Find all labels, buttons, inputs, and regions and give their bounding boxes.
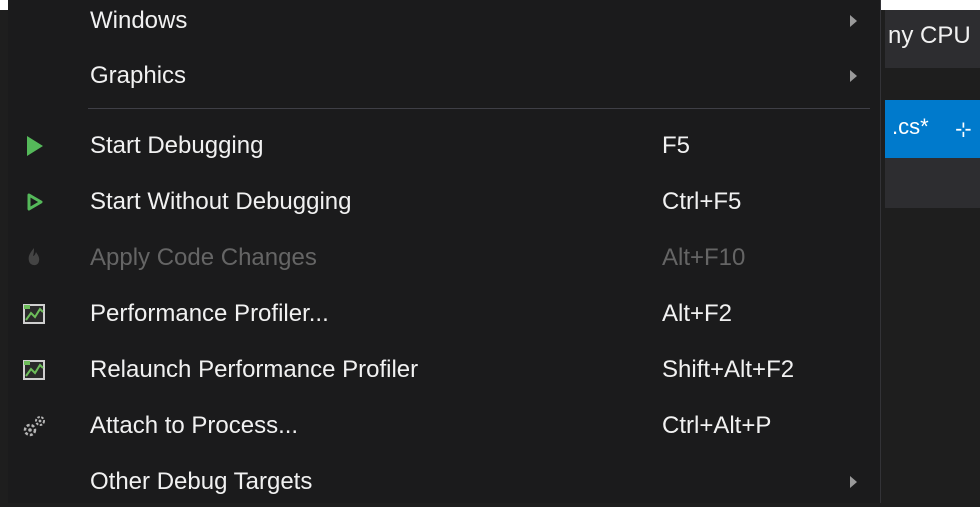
submenu-arrow-icon bbox=[850, 15, 857, 27]
menu-item-shortcut: Shift+Alt+F2 bbox=[662, 356, 795, 383]
menu-item-performance-profiler[interactable]: Performance Profiler... Alt+F2 bbox=[8, 289, 880, 339]
platform-dropdown-text[interactable]: ny CPU bbox=[888, 22, 971, 50]
play-outline-icon bbox=[20, 188, 48, 216]
pin-icon[interactable]: ⊹ bbox=[955, 117, 972, 142]
menu-item-graphics[interactable]: Graphics bbox=[8, 51, 880, 101]
submenu-arrow-icon bbox=[850, 476, 857, 488]
profiler-icon bbox=[20, 356, 48, 384]
menu-item-start-without-debugging[interactable]: Start Without Debugging Ctrl+F5 bbox=[8, 177, 880, 227]
menu-item-label: Attach to Process... bbox=[90, 412, 299, 439]
menu-item-label: Apply Code Changes bbox=[90, 244, 317, 271]
menu-item-shortcut: Alt+F10 bbox=[662, 244, 746, 271]
menu-item-label: Windows bbox=[90, 7, 188, 34]
editor-tab-title: .cs* bbox=[892, 114, 929, 139]
editor-subbar bbox=[885, 158, 980, 208]
menu-item-label: Performance Profiler... bbox=[90, 300, 329, 327]
menu-item-shortcut: Ctrl+Alt+P bbox=[662, 412, 772, 439]
menu-item-attach-to-process[interactable]: Attach to Process... Ctrl+Alt+P bbox=[8, 401, 880, 451]
menu-item-relaunch-performance-profiler[interactable]: Relaunch Performance Profiler Shift+Alt+… bbox=[8, 345, 880, 395]
menu-item-label: Other Debug Targets bbox=[90, 468, 313, 495]
menu-separator bbox=[88, 108, 870, 109]
menu-item-label: Start Debugging bbox=[90, 132, 264, 159]
profiler-icon bbox=[20, 300, 48, 328]
menu-item-start-debugging[interactable]: Start Debugging F5 bbox=[8, 121, 880, 171]
debug-menu: Windows Graphics Start Debugging F5 Star… bbox=[8, 0, 881, 503]
flame-icon bbox=[20, 244, 48, 272]
menu-item-apply-code-changes[interactable]: Apply Code Changes Alt+F10 bbox=[8, 233, 880, 283]
menu-item-shortcut: Alt+F2 bbox=[662, 300, 733, 327]
submenu-arrow-icon bbox=[850, 70, 857, 82]
menu-item-label: Relaunch Performance Profiler bbox=[90, 356, 419, 383]
play-filled-icon bbox=[20, 132, 48, 160]
menu-item-windows[interactable]: Windows bbox=[8, 0, 880, 46]
menu-item-shortcut: Ctrl+F5 bbox=[662, 188, 742, 215]
menu-item-other-debug-targets[interactable]: Other Debug Targets bbox=[8, 457, 880, 507]
menu-item-label: Start Without Debugging bbox=[90, 188, 352, 215]
menu-item-label: Graphics bbox=[90, 62, 187, 89]
menu-item-shortcut: F5 bbox=[662, 132, 691, 159]
editor-background bbox=[885, 10, 980, 503]
gears-icon bbox=[20, 412, 48, 440]
